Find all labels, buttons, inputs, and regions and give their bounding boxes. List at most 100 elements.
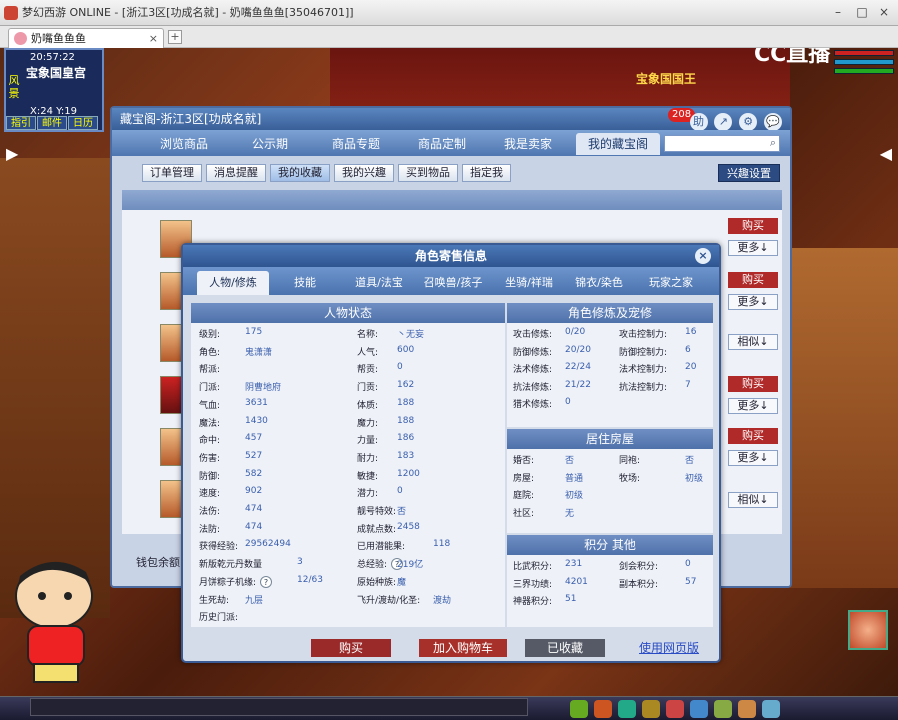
stat-label: 体质: (357, 400, 379, 411)
stat-label: 房屋: (513, 473, 535, 484)
section-title: 角色修炼及宠修 (507, 303, 713, 323)
stat-value: 否 (685, 456, 695, 466)
tab-my-pavilion[interactable]: 我的藏宝阁 (576, 133, 660, 155)
guide-button[interactable]: 指引 (6, 116, 36, 130)
modal-title: 角色寄售信息 (414, 249, 487, 263)
list-buy-button[interactable]: 购买 (728, 376, 778, 392)
list-buy-button[interactable]: 购买 (728, 272, 778, 288)
stat-label: 社区: (513, 508, 535, 519)
toolbar-system-icon[interactable] (762, 700, 780, 718)
tab-mounts[interactable]: 坐骑/祥瑞 (493, 271, 565, 295)
stat-label: 法术修炼: (513, 365, 553, 375)
minimize-button[interactable]: – (830, 4, 846, 20)
orders-button[interactable]: 订单管理 (142, 164, 202, 182)
stat-row: 人气: 600 (357, 345, 414, 358)
toolbar-pet-icon[interactable] (642, 700, 660, 718)
stat-row: 副本积分: 57 (619, 577, 696, 590)
list-more-button[interactable]: 更多↓ (728, 450, 778, 466)
bought-button[interactable]: 买到物品 (398, 164, 458, 182)
stat-row: 婚否: 否 (513, 453, 574, 466)
close-window-button[interactable]: × (876, 4, 892, 20)
web-version-link[interactable]: 使用网页版 (639, 639, 699, 656)
tab-browse[interactable]: 浏览商品 (142, 133, 226, 155)
stat-value: 186 (397, 433, 415, 444)
stat-value: 丶无妄 (397, 330, 425, 340)
list-more-button[interactable]: 更多↓ (728, 240, 778, 256)
toolbar-guild-icon[interactable] (738, 700, 756, 718)
close-icon[interactable]: × (695, 248, 711, 264)
tab-custom[interactable]: 商品定制 (400, 133, 484, 155)
modal-header[interactable]: 角色寄售信息 × (183, 245, 719, 267)
stat-row: 防御修炼: 20/20 (513, 345, 591, 358)
toolbar-attack-icon[interactable] (570, 700, 588, 718)
interest-settings-button[interactable]: 兴趣设置 (718, 164, 780, 182)
toolbar-friend-icon[interactable] (666, 700, 684, 718)
settings-icon[interactable]: ⚙ (739, 113, 758, 131)
tab-game[interactable]: 奶嘴鱼鱼鱼 × (8, 28, 164, 48)
stat-row: 同袍: 否 (619, 453, 694, 466)
list-more-button[interactable]: 更多↓ (728, 398, 778, 414)
toolbar-skill-icon[interactable] (690, 700, 708, 718)
tab-publicity[interactable]: 公示期 (228, 133, 312, 155)
toolbar-task-icon[interactable] (714, 700, 732, 718)
list-buy-button[interactable]: 购买 (728, 428, 778, 444)
stat-value: 魔 (397, 577, 407, 588)
tab-seller[interactable]: 我是卖家 (486, 133, 570, 155)
npc-name: 宝象国国王 (636, 72, 697, 86)
stat-row: 门派: 阴曹地府 (199, 380, 281, 393)
stat-row: 原始种族: 魔 (357, 575, 406, 588)
search-input[interactable]: ⌕ (664, 135, 780, 152)
assigned-button[interactable]: 指定我 (462, 164, 511, 182)
stat-value: 初级 (685, 473, 704, 484)
minimap-side-label[interactable]: 风景 (6, 74, 22, 100)
stat-row: 靓号特效: 否 (357, 504, 406, 517)
arrow-right-icon[interactable]: ◀ (880, 144, 892, 163)
list-similar-button[interactable]: 相似↓ (728, 334, 778, 350)
favorites-button[interactable]: 我的收藏 (270, 164, 330, 182)
chat-icon[interactable]: 💬 (764, 113, 782, 131)
toolbar-item-icon[interactable] (594, 700, 612, 718)
stat-label: 同袍: (619, 456, 641, 466)
tab-items[interactable]: 道具/法宝 (343, 271, 415, 295)
arrow-left-icon[interactable]: ▶ (6, 144, 18, 163)
stat-label: 防御: (199, 471, 221, 482)
stat-value: 219亿 (397, 560, 424, 571)
collected-button[interactable]: 已收藏 (525, 639, 605, 657)
interests-button[interactable]: 我的兴趣 (334, 164, 394, 182)
list-buy-button[interactable]: 购买 (728, 218, 778, 234)
stat-label: 法术控制力: (619, 365, 668, 375)
stat-row: 神器积分: 51 (513, 594, 576, 607)
list-similar-button[interactable]: 相似↓ (728, 492, 778, 508)
help-icon[interactable]: ? (260, 575, 273, 588)
mp-bar (834, 59, 894, 65)
tab-home[interactable]: 玩家之家 (635, 271, 707, 295)
stat-row: 帮派: (199, 362, 220, 375)
mail-button[interactable]: 邮件 (37, 116, 67, 130)
stat-label: 级别: (199, 330, 221, 340)
search-icon[interactable]: ⌕ (770, 136, 776, 150)
list-more-button[interactable]: 更多↓ (728, 294, 778, 310)
chat-input[interactable] (30, 698, 528, 716)
house-section: 婚否: 否同袍: 否房屋: 普通 牧场: 初级 庭院: 初级 社区: 无 (507, 449, 713, 533)
tab-outfits[interactable]: 锦衣/染色 (563, 271, 635, 295)
tab-skills[interactable]: 技能 (269, 271, 341, 295)
stat-value: 0 (397, 362, 403, 373)
tab-character[interactable]: 人物/修炼 (197, 271, 269, 295)
stat-label: 防御控制力: (619, 347, 668, 358)
panel-header[interactable]: 藏宝阁-浙江3区[功成名就] 208 助 ↗ ⚙ 💬 (112, 108, 790, 131)
toolbar-team-icon[interactable] (618, 700, 636, 718)
add-cart-button[interactable]: 加入购物车 (419, 639, 507, 657)
tab-topics[interactable]: 商品专题 (314, 133, 398, 155)
help-icon[interactable]: 助 (689, 113, 708, 131)
tab-close-icon[interactable]: × (149, 29, 158, 48)
section-title: 积分 其他 (507, 535, 713, 555)
buy-button[interactable]: 购买 (311, 639, 391, 657)
maximize-button[interactable]: □ (854, 4, 870, 20)
stat-label: 命中: (199, 436, 221, 447)
share-icon[interactable]: ↗ (714, 113, 733, 131)
messages-button[interactable]: 消息提醒 (206, 164, 266, 182)
pet-avatar[interactable] (848, 610, 888, 650)
calendar-button[interactable]: 日历 (68, 116, 98, 130)
tab-pets[interactable]: 召唤兽/孩子 (415, 271, 491, 295)
new-tab-button[interactable]: + (168, 30, 182, 44)
